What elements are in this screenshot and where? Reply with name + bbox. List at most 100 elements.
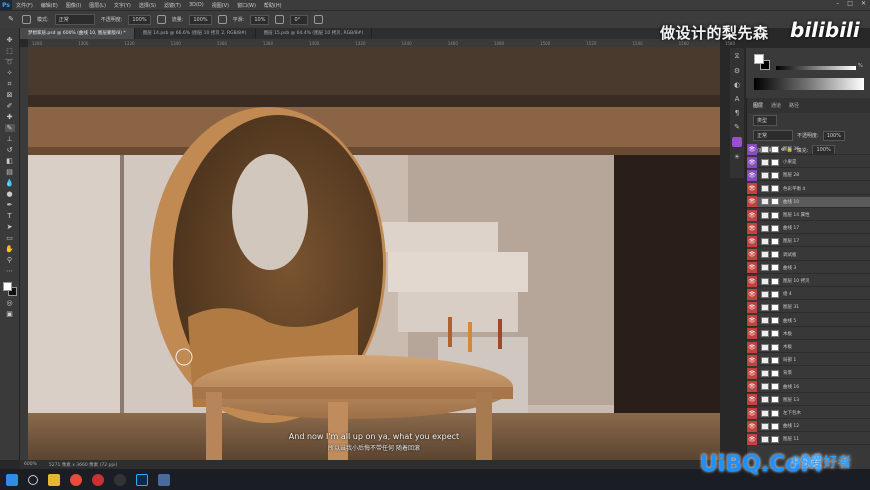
layer-kind-filter[interactable]: 类型 <box>753 115 777 126</box>
layer-row[interactable]: 👁 图层 31 <box>747 301 870 314</box>
visibility-eye-icon[interactable]: 👁 <box>747 288 757 300</box>
visibility-eye-icon[interactable]: 👁 <box>747 433 757 445</box>
file-explorer-icon[interactable] <box>48 473 60 486</box>
clone-stamp-icon[interactable]: ⊥ <box>5 135 15 143</box>
properties-panel-icon[interactable]: ⚙ <box>734 67 740 75</box>
layer-row[interactable]: 👁 背景 <box>747 367 870 380</box>
layer-row[interactable]: 👁 图层 17 <box>747 235 870 248</box>
marquee-tool-icon[interactable]: ⬚ <box>5 47 15 55</box>
history-brush-icon[interactable]: ↺ <box>5 146 15 154</box>
paragraph-panel-icon[interactable]: ¶ <box>735 109 739 117</box>
visibility-eye-icon[interactable]: 👁 <box>747 301 757 313</box>
layer-mask-thumbnail[interactable] <box>771 171 779 179</box>
brush-tool-icon[interactable]: ✎ <box>4 124 15 132</box>
rectangle-tool-icon[interactable]: ▭ <box>5 234 15 242</box>
eraser-icon[interactable]: ◧ <box>5 157 15 165</box>
visibility-eye-icon[interactable]: 👁 <box>747 394 757 406</box>
layer-row[interactable]: 👁 小果是 <box>747 156 870 169</box>
move-tool-icon[interactable]: ✥ <box>5 36 15 44</box>
tab-channels[interactable]: 通道 <box>771 102 781 109</box>
path-select-icon[interactable]: ➤ <box>5 223 15 231</box>
menu-window[interactable]: 窗口(W) <box>233 2 260 9</box>
menu-help[interactable]: 帮助(H) <box>260 2 286 9</box>
foreground-color-swatch[interactable] <box>2 282 12 291</box>
tab-document-3[interactable]: 图层 15.psb @ 64.4% (图层 10 拷贝, RGB/8#) <box>256 28 373 39</box>
mode-select[interactable]: 正常 <box>54 14 95 25</box>
menu-view[interactable]: 视图(V) <box>208 2 233 9</box>
layer-mask-thumbnail[interactable] <box>771 185 779 193</box>
layer-row[interactable]: 👁 曲线 16 <box>747 381 870 393</box>
visibility-eye-icon[interactable]: 👁 <box>747 196 757 208</box>
windows-start-icon[interactable] <box>6 473 18 486</box>
brightness-slider[interactable] <box>776 66 856 70</box>
tab-document-active[interactable]: 梦想家居.psd @ 600% (曲线 10, 图层蒙版/8) * <box>20 28 135 39</box>
layer-mask-thumbnail[interactable] <box>771 303 779 311</box>
layer-row[interactable]: 👁 图层 11 <box>747 433 870 446</box>
layer-mask-thumbnail[interactable] <box>771 343 779 351</box>
layer-mask-thumbnail[interactable] <box>771 198 779 206</box>
layer-row[interactable]: 👁 曲线 3 <box>747 262 870 274</box>
layer-mask-thumbnail[interactable] <box>771 211 779 219</box>
layer-row[interactable]: 👁 调试板 <box>747 249 870 261</box>
layer-row[interactable]: 👁 图层 14 属性 <box>747 209 870 221</box>
zoom-level[interactable]: 600% <box>24 462 37 467</box>
gradient-tool-icon[interactable]: ▤ <box>5 168 15 176</box>
eyedropper-icon[interactable]: ✐ <box>5 102 15 110</box>
visibility-eye-icon[interactable]: 👁 <box>747 381 757 393</box>
blend-mode-select[interactable]: 正常 <box>753 130 793 141</box>
adjustments-panel-icon[interactable]: ◐ <box>734 81 740 89</box>
search-icon[interactable] <box>28 474 38 485</box>
layer-row[interactable]: 👁 图层 10 拷贝 <box>747 275 870 287</box>
tab-paths[interactable]: 路径 <box>789 102 799 109</box>
frame-tool-icon[interactable]: ⊠ <box>5 91 15 99</box>
pressure-size-icon[interactable] <box>314 15 324 24</box>
quick-mask-icon[interactable]: ◎ <box>5 299 15 307</box>
bulb-panel-icon[interactable]: ☀ <box>734 153 740 161</box>
minimize-icon[interactable]: – <box>836 0 839 7</box>
type-tool-icon[interactable]: T <box>5 212 15 220</box>
visibility-eye-icon[interactable]: 👁 <box>747 354 757 366</box>
lasso-tool-icon[interactable]: ➰ <box>5 58 15 66</box>
menu-image[interactable]: 图像(I) <box>62 2 85 9</box>
menu-layer[interactable]: 图层(L) <box>85 2 110 9</box>
maximize-icon[interactable]: □ <box>847 0 853 7</box>
layer-mask-thumbnail[interactable] <box>771 237 779 245</box>
color-swatches[interactable] <box>2 282 17 296</box>
brush-panel-icon[interactable]: ✎ <box>734 123 740 131</box>
visibility-eye-icon[interactable]: 👁 <box>747 222 757 234</box>
visibility-eye-icon[interactable]: 👁 <box>747 209 757 221</box>
visibility-eye-icon[interactable]: 👁 <box>747 235 757 247</box>
app-taskbar-icon[interactable] <box>158 473 170 486</box>
visibility-eye-icon[interactable]: 👁 <box>747 275 757 287</box>
healing-brush-icon[interactable]: ✚ <box>5 113 15 121</box>
quick-select-icon[interactable]: ✧ <box>5 69 15 77</box>
layer-mask-thumbnail[interactable] <box>771 369 779 377</box>
netease-music-icon[interactable] <box>92 473 104 486</box>
layer-mask-thumbnail[interactable] <box>771 224 779 232</box>
zoom-tool-icon[interactable]: ⚲ <box>5 256 15 264</box>
layer-row[interactable]: 👁 局部 1 <box>747 354 870 367</box>
chrome-icon[interactable] <box>70 473 82 486</box>
angle-field[interactable]: 0° <box>290 14 309 25</box>
layer-row[interactable]: 👁 图层 13 <box>747 394 870 406</box>
layer-mask-thumbnail[interactable] <box>771 422 779 430</box>
visibility-eye-icon[interactable]: 👁 <box>747 143 757 155</box>
menu-3d[interactable]: 3D(D) <box>185 2 208 8</box>
visibility-eye-icon[interactable]: 👁 <box>747 341 757 353</box>
layer-mask-thumbnail[interactable] <box>771 409 779 417</box>
active-panel-icon[interactable] <box>732 137 742 147</box>
layer-row[interactable]: 👁 左下包木 <box>747 407 870 419</box>
pressure-opacity-icon[interactable] <box>156 15 166 24</box>
settings-gear-icon[interactable] <box>275 15 285 24</box>
layer-row[interactable]: 👁 图层 28 <box>747 169 870 182</box>
layer-mask-thumbnail[interactable] <box>771 251 779 259</box>
visibility-eye-icon[interactable]: 👁 <box>747 315 757 327</box>
history-panel-icon[interactable]: ⧖ <box>735 52 740 61</box>
layer-mask-thumbnail[interactable] <box>771 435 779 443</box>
layer-row[interactable]: 👁 组 4 <box>747 288 870 301</box>
layer-mask-thumbnail[interactable] <box>771 396 779 404</box>
pen-tool-icon[interactable]: ✒ <box>5 201 15 209</box>
layer-mask-thumbnail[interactable] <box>771 290 779 298</box>
tab-document-2[interactable]: 图层 14.psb @ 66.6% (图层 10 拷贝 2, RGB/8#) <box>135 28 256 39</box>
layer-opacity-field[interactable]: 100% <box>822 130 845 141</box>
